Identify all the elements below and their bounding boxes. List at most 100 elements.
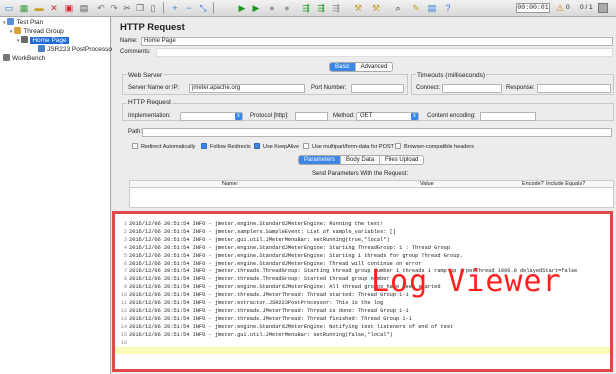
log-line: 13 2016/12/06 20:51:54 INFO - jmeter.thre… xyxy=(118,316,412,323)
tab-parameters[interactable]: Parameters xyxy=(299,156,342,164)
current-line-highlight xyxy=(115,347,610,354)
log-line-number: 15 xyxy=(120,331,127,338)
log-line-text: 2016/12/06 20:51:54 INFO - jmeter.extrac… xyxy=(129,300,384,306)
comments-label: Comments: xyxy=(120,49,151,55)
port-field[interactable] xyxy=(351,84,404,93)
tree-item-test-plan[interactable]: ▾ Test Plan xyxy=(3,18,43,27)
log-line-number: 4 xyxy=(123,244,127,251)
tree-item-thread-group[interactable]: ▾ Thread Group xyxy=(10,27,64,36)
log-line-number: 1 xyxy=(123,221,127,227)
method-select[interactable]: GET ⇕ xyxy=(356,112,419,121)
search-icon[interactable]: ⌕ xyxy=(392,2,404,14)
templates-icon[interactable]: ▦ xyxy=(18,2,30,14)
clear-all-icon[interactable]: ⚒ xyxy=(370,2,382,14)
log-line-number: 14 xyxy=(120,323,127,330)
new-icon[interactable]: ▭ xyxy=(3,2,15,14)
tree-item-home-page[interactable]: ▾ Home Page xyxy=(17,36,69,45)
log-line-text: 2016/12/06 20:51:54 INFO - jmeter.engine… xyxy=(129,323,454,330)
start-icon[interactable]: ▶ xyxy=(236,2,248,14)
postprocessor-icon xyxy=(38,45,45,52)
column-value[interactable]: Value xyxy=(420,181,434,188)
log-line: 12 2016/12/06 20:51:54 INFO - jmeter.thre… xyxy=(118,308,409,315)
port-label: Port Number: xyxy=(311,85,347,91)
parameters-table[interactable] xyxy=(129,188,614,208)
follow-redirects-checkbox[interactable]: Follow Redirects xyxy=(201,143,251,150)
open-icon[interactable]: ▬ xyxy=(33,2,45,14)
remote-stop-icon[interactable]: ⇶ xyxy=(330,2,342,14)
tab-files-upload[interactable]: Files Upload xyxy=(380,156,424,164)
column-encode[interactable]: Encode? xyxy=(522,181,544,188)
log-line: 1 2016/12/06 20:51:54 INFO - jmeter.engin… xyxy=(118,221,383,228)
log-line: 8 2016/12/06 20:51:54 INFO - jmeter.threa… xyxy=(118,276,396,283)
log-viewer-caption: Log Viewer xyxy=(371,264,562,299)
name-field[interactable]: Home Page xyxy=(141,37,613,46)
comments-field[interactable] xyxy=(156,48,613,57)
implementation-label: Implementation: xyxy=(128,113,171,119)
log-line: 11 2016/12/06 20:51:54 INFO - jmeter.extr… xyxy=(118,300,384,307)
redo-icon[interactable]: ↷ xyxy=(108,2,120,14)
toolbar-separator xyxy=(163,2,164,14)
server-field[interactable]: jmeter.apache.org xyxy=(189,84,305,93)
copy-icon[interactable]: ❐ xyxy=(134,2,146,14)
clear-icon[interactable]: ⚒ xyxy=(352,2,364,14)
column-name[interactable]: Name: xyxy=(222,181,238,188)
log-line-number: 10 xyxy=(120,292,127,299)
redirect-auto-checkbox[interactable]: Redirect Automatically xyxy=(132,143,195,150)
implementation-select[interactable]: ⇕ xyxy=(180,112,243,121)
column-include-equals[interactable]: Include Equals? xyxy=(546,181,585,188)
collapse-icon[interactable]: − xyxy=(183,2,195,14)
log-line-number: 12 xyxy=(120,307,127,314)
path-field[interactable] xyxy=(142,128,612,137)
tree-item-jsr223[interactable]: JSR223 PostProcessor xyxy=(38,45,114,54)
log-line-text: 2016/12/06 20:51:54 INFO - jmeter.engine… xyxy=(129,244,451,251)
tab-advanced[interactable]: Advanced xyxy=(355,63,393,71)
test-plan-icon xyxy=(7,18,15,25)
method-value: GET xyxy=(360,113,373,119)
connect-field[interactable] xyxy=(442,84,502,93)
shutdown-icon[interactable]: ● xyxy=(281,2,293,14)
function-helper-icon[interactable]: ▤ xyxy=(426,2,438,14)
log-line-number: 11 xyxy=(120,300,127,306)
log-viewer[interactable]: 1 2016/12/06 20:51:54 INFO - jmeter.engin… xyxy=(112,211,613,372)
http-request-title: HTTP Request xyxy=(127,99,172,106)
tree-item-workbench[interactable]: WorkBench xyxy=(3,54,45,63)
stop-icon[interactable]: ● xyxy=(266,2,278,14)
toolbar: ▭ ▦ ▬ ✕ ▣ ▤ ↶ ↷ ✂ ❐ ▯ + − ⤡ ▶ ▶ ● ● ⇶ ⇶ … xyxy=(0,0,616,17)
expand-icon[interactable]: + xyxy=(169,2,181,14)
running-indicator xyxy=(598,3,608,13)
log-line-text: 2016/12/06 20:51:54 INFO - jmeter.engine… xyxy=(129,252,463,259)
close-icon[interactable]: ✕ xyxy=(48,2,60,14)
remote-start-all-icon[interactable]: ⇶ xyxy=(315,2,327,14)
help-icon[interactable]: ? xyxy=(442,2,454,14)
save-as-icon[interactable]: ▤ xyxy=(78,2,90,14)
warning-icon[interactable]: ⚠ xyxy=(554,2,566,14)
response-field[interactable] xyxy=(537,84,611,93)
page-title: HTTP Request xyxy=(120,22,185,33)
checkbox-box xyxy=(132,143,138,149)
cut-icon[interactable]: ✂ xyxy=(121,2,133,14)
multipart-checkbox[interactable]: Use multipart/form-data for POST xyxy=(303,143,394,150)
undo-icon[interactable]: ↶ xyxy=(95,2,107,14)
encoding-field[interactable] xyxy=(480,112,536,121)
parameters-table-header: Name: Value Encode? Include Equals? xyxy=(129,180,614,188)
log-line-number: 2 xyxy=(123,228,127,235)
save-icon[interactable]: ▣ xyxy=(63,2,75,14)
log-line-number: 6 xyxy=(123,260,127,267)
tab-basic[interactable]: Basic xyxy=(330,63,356,71)
start-no-pause-icon[interactable]: ▶ xyxy=(250,2,262,14)
reset-search-icon[interactable]: ✎ xyxy=(410,2,422,14)
browser-headers-checkbox[interactable]: Browser-compatible headers xyxy=(395,143,474,150)
path-label: Path: xyxy=(128,129,143,135)
dropdown-arrow-icon: ⇕ xyxy=(235,113,242,120)
elapsed-time: 00:00:01 xyxy=(516,3,550,13)
paste-icon[interactable]: ▯ xyxy=(147,2,159,14)
protocol-field[interactable] xyxy=(295,112,328,121)
toggle-icon[interactable]: ⤡ xyxy=(197,2,209,14)
log-line-number: 16 xyxy=(120,339,127,346)
warning-count: 0 xyxy=(566,4,570,11)
log-line-text: 2016/12/06 20:51:54 INFO - jmeter.sample… xyxy=(129,228,397,235)
remote-start-icon[interactable]: ⇶ xyxy=(300,2,312,14)
tab-body-data[interactable]: Body Data xyxy=(341,156,381,164)
checkbox-box xyxy=(303,143,309,149)
keepalive-checkbox[interactable]: Use KeepAlive xyxy=(254,143,299,150)
